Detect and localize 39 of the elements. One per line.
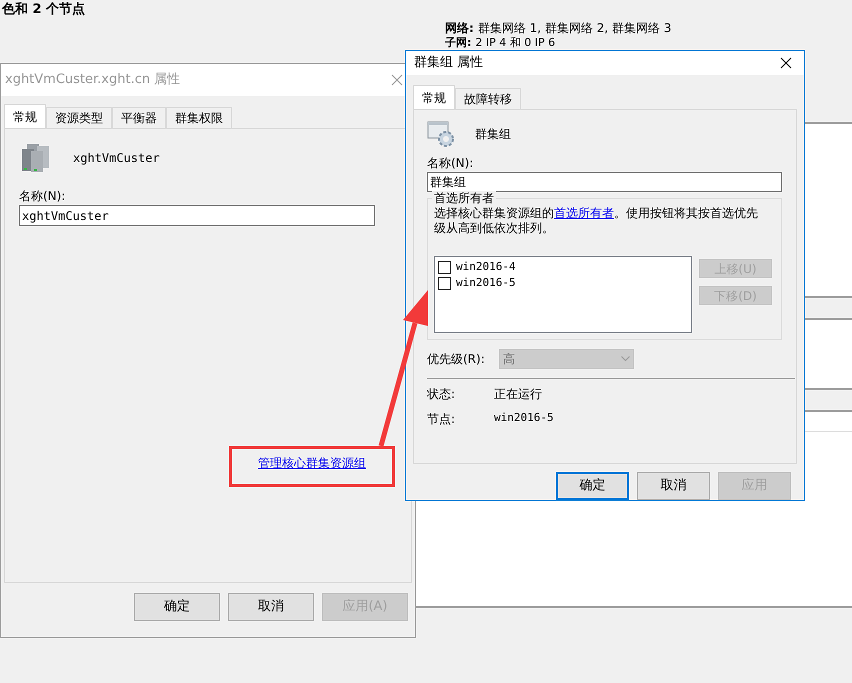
- owners-link[interactable]: 首选所有者: [554, 206, 614, 220]
- dialog-button[interactable]: 确定: [556, 472, 629, 500]
- owner-item[interactable]: win2016-4: [438, 260, 688, 274]
- close-icon[interactable]: [780, 57, 792, 69]
- dialog-button[interactable]: 取消: [228, 593, 314, 621]
- owner-item[interactable]: win2016-5: [438, 276, 688, 290]
- object-name: 群集组: [475, 126, 511, 143]
- status-label: 状态:: [427, 386, 456, 403]
- window-title: xghtVmCuster.xght.cn 属性: [5, 71, 180, 90]
- tab[interactable]: 平衡器: [112, 107, 166, 128]
- name-field[interactable]: xghtVmCuster: [19, 205, 375, 226]
- dialog-button[interactable]: 取消: [637, 472, 710, 500]
- node-value: win2016-5: [494, 410, 555, 426]
- name-field[interactable]: 群集组: [427, 172, 782, 192]
- tab[interactable]: 资源类型: [46, 107, 112, 128]
- checkbox[interactable]: [438, 276, 451, 290]
- subnet-label: 子网:: [445, 36, 472, 49]
- chevron-icon: [620, 356, 630, 362]
- name-label: 名称(N):: [19, 188, 66, 205]
- page-heading: 色和 2 个节点: [2, 2, 86, 17]
- object-name: xghtVmCuster: [73, 150, 160, 167]
- priority-label: 优先级(R):: [427, 351, 485, 368]
- checkbox[interactable]: [438, 260, 451, 274]
- node-label: 节点:: [427, 411, 456, 428]
- networks-value: 群集网络 1, 群集网络 2, 群集网络 3: [478, 21, 672, 35]
- window-title: 群集组 属性: [414, 54, 484, 72]
- tab[interactable]: 故障转移: [455, 88, 521, 109]
- tab[interactable]: 常规: [4, 104, 46, 128]
- status-value: 正在运行: [494, 386, 543, 403]
- group-title: 首选所有者: [432, 191, 496, 205]
- manage-link[interactable]: 管理核心群集资源组: [258, 454, 366, 472]
- dialog-button[interactable]: 确定: [134, 593, 220, 621]
- tab[interactable]: 群集权限: [166, 107, 232, 128]
- name-label: 名称(N):: [427, 155, 474, 172]
- window-gear-icon: [427, 120, 457, 148]
- owners-description: 选择核心群集资源组的首选所有者。使用按钮将其按首选优先级从高到低依次排列。: [434, 206, 759, 236]
- networks-label: 网络:: [445, 21, 474, 35]
- subnet-value: 2 IP 4 和 0 IP 6: [475, 36, 556, 49]
- tab[interactable]: 常规: [413, 85, 455, 109]
